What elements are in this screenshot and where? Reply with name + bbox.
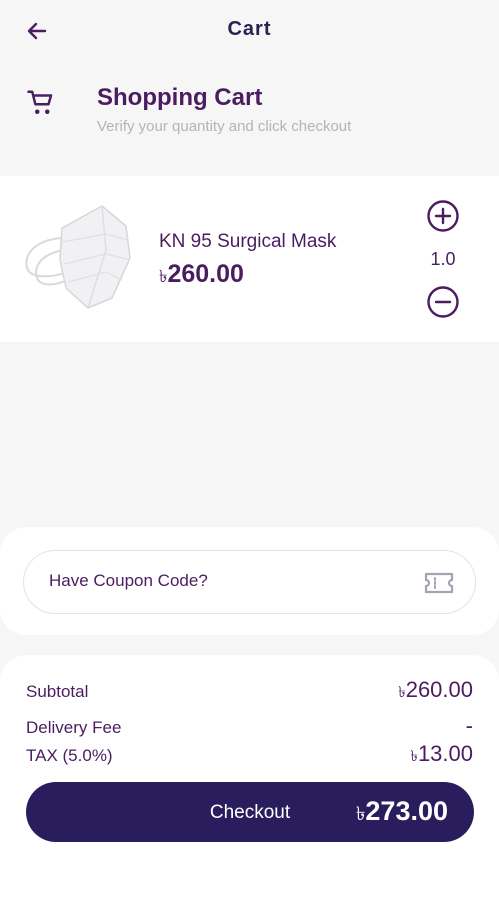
currency-symbol: ৳	[410, 748, 418, 765]
delivery-label: Delivery Fee	[26, 718, 122, 737]
decrease-quantity-button[interactable]	[426, 285, 460, 319]
checkout-amount: 273.00	[365, 796, 448, 826]
subtotal-row: Subtotal ৳260.00	[26, 677, 473, 706]
currency-symbol: ৳	[355, 804, 366, 825]
tax-value: ৳13.00	[410, 741, 473, 770]
subtotal-amount: 260.00	[405, 677, 473, 702]
price-value: 260.00	[167, 260, 244, 288]
quantity-value: 1.0	[430, 249, 456, 269]
cart-item: KN 95 Surgical Mask ৳260.00 1.0	[0, 176, 499, 342]
app-bar: Cart	[0, 0, 499, 62]
cart-header: Shopping Cart Verify your quantity and c…	[0, 80, 499, 150]
product-price: ৳260.00	[159, 260, 244, 292]
delivery-row: Delivery Fee -	[26, 713, 473, 739]
increase-quantity-button[interactable]	[426, 199, 460, 233]
tax-row: TAX (5.0%) ৳13.00	[26, 741, 473, 770]
order-summary: Subtotal ৳260.00 Delivery Fee - TAX (5.0…	[0, 655, 499, 900]
coupon-section: Have Coupon Code?	[0, 527, 499, 635]
product-name: KN 95 Surgical Mask	[159, 231, 337, 252]
tax-label: TAX (5.0%)	[26, 746, 113, 765]
tax-amount: 13.00	[417, 741, 473, 766]
section-title: Shopping Cart	[97, 84, 263, 111]
page-title: Cart	[227, 18, 272, 40]
checkout-total: ৳273.00	[356, 796, 448, 832]
section-subtitle: Verify your quantity and click checkout	[97, 118, 352, 135]
shopping-cart-icon	[27, 90, 53, 114]
subtotal-label: Subtotal	[26, 682, 89, 701]
coupon-code-input[interactable]: Have Coupon Code?	[23, 550, 476, 614]
currency-symbol: ৳	[398, 684, 406, 701]
checkout-button[interactable]: Checkout ৳273.00	[26, 782, 474, 842]
coupon-placeholder: Have Coupon Code?	[49, 571, 208, 590]
mask-image	[25, 205, 131, 309]
subtotal-value: ৳260.00	[398, 677, 473, 706]
ticket-icon	[424, 572, 454, 594]
delivery-value: -	[465, 713, 473, 738]
